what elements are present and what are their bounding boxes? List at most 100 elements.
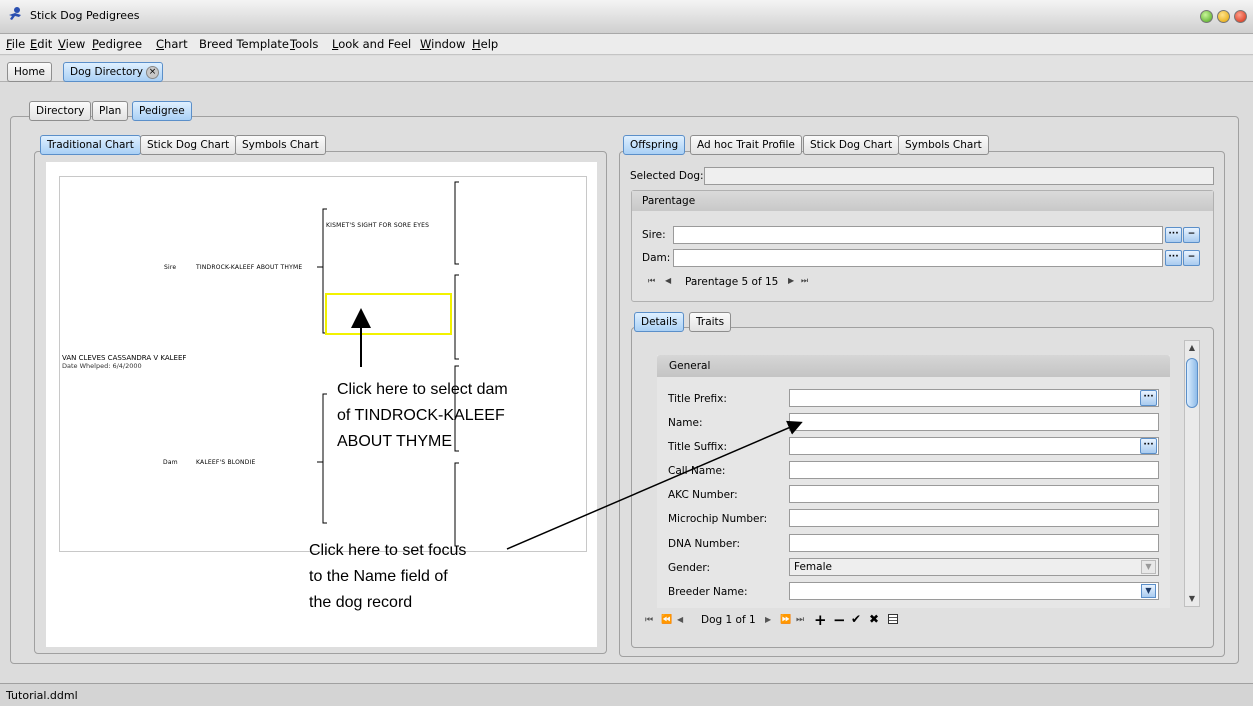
parentage-title: Parentage — [642, 195, 696, 207]
title-bar — [0, 0, 1253, 34]
gender-dropdown-icon[interactable]: ▼ — [1141, 560, 1156, 574]
pedigree-bracket-lines — [317, 181, 459, 547]
dam-name[interactable]: KALEEF'S BLONDIE — [196, 459, 256, 466]
maximize-button[interactable] — [1200, 10, 1213, 23]
tab-plan[interactable]: Plan — [92, 101, 129, 121]
dog-last-icon[interactable]: ⏭ — [796, 615, 804, 625]
dam-annotation-line-2: of TINDROCK-KALEEF — [337, 407, 505, 424]
menu-chart[interactable]: Chart — [156, 37, 188, 51]
dam-field-label: Dam: — [642, 252, 671, 264]
dam-browse-button[interactable]: ··· — [1165, 250, 1182, 266]
dog-fast-prev-icon[interactable]: ⏪ — [661, 615, 672, 625]
tab-dog-directory[interactable]: Dog Directory × — [63, 62, 163, 82]
microchip-number-field[interactable] — [789, 509, 1159, 527]
tab-stick-dog-chart[interactable]: Stick Dog Chart — [140, 135, 237, 155]
breeder-name-label: Breeder Name: — [668, 586, 748, 598]
menu-pedigree[interactable]: Pedigree — [92, 37, 142, 51]
close-button[interactable] — [1234, 10, 1247, 23]
tab-directory[interactable]: Directory — [29, 101, 92, 121]
akc-number-label: AKC Number: — [668, 489, 738, 501]
dna-number-label: DNA Number: — [668, 538, 740, 550]
document-tab-strip — [0, 56, 1253, 82]
selected-dog-field — [704, 167, 1214, 185]
scroll-up-icon[interactable]: ▲ — [1185, 341, 1199, 355]
tab-right-stick-dog-chart[interactable]: Stick Dog Chart — [803, 135, 900, 155]
grand-sire-name[interactable]: KISMET'S SIGHT FOR SORE EYES — [326, 222, 429, 229]
tab-symbols-chart[interactable]: Symbols Chart — [235, 135, 326, 155]
parentage-last-icon[interactable]: ⏭ — [801, 276, 808, 286]
menu-view[interactable]: View — [58, 37, 85, 51]
title-prefix-field[interactable] — [789, 389, 1159, 407]
parentage-next-icon[interactable]: ▶ — [788, 276, 794, 285]
sire-browse-button[interactable]: ··· — [1165, 227, 1182, 243]
tab-pedigree[interactable]: Pedigree — [132, 101, 192, 121]
sire-name[interactable]: TINDROCK-KALEEF ABOUT THYME — [196, 264, 302, 271]
parentage-nav-text: Parentage 5 of 15 — [685, 276, 779, 288]
window-title: Stick Dog Pedigrees — [30, 9, 140, 22]
parentage-prev-icon[interactable]: ◀ — [665, 276, 671, 285]
parentage-header — [632, 191, 1213, 211]
breeder-name-dropdown-icon[interactable]: ▼ — [1141, 584, 1156, 598]
parentage-first-icon[interactable]: ⏮ — [648, 276, 655, 286]
focus-annotation-line-2: to the Name field of — [309, 568, 448, 585]
menu-help[interactable]: Help — [472, 37, 498, 51]
tab-details[interactable]: Details — [634, 312, 685, 332]
menu-window[interactable]: Window — [420, 37, 465, 51]
scroll-thumb[interactable] — [1186, 358, 1198, 408]
focus-annotation-line-1: Click here to set focus — [309, 542, 467, 559]
menu-look-and-feel[interactable]: Look and Feel — [332, 37, 411, 51]
akc-number-field[interactable] — [789, 485, 1159, 503]
add-record-icon[interactable]: + — [814, 611, 827, 629]
tab-offspring[interactable]: Offspring — [623, 135, 686, 155]
delete-record-icon[interactable]: − — [833, 611, 846, 629]
breeder-name-combo[interactable] — [789, 582, 1159, 600]
gender-label: Gender: — [668, 562, 711, 574]
title-suffix-label: Title Suffix: — [668, 441, 728, 453]
date-whelped: Date Whelped: 6/4/2000 — [62, 362, 142, 370]
menu-edit[interactable]: Edit — [30, 37, 52, 51]
tab-traits[interactable]: Traits — [689, 312, 732, 332]
tab-right-symbols-chart[interactable]: Symbols Chart — [898, 135, 989, 155]
title-prefix-browse-button[interactable]: ··· — [1140, 390, 1157, 406]
call-name-label: Call Name: — [668, 465, 726, 477]
menu-tools[interactable]: Tools — [290, 37, 318, 51]
call-name-field[interactable] — [789, 461, 1159, 479]
general-title: General — [669, 360, 711, 372]
sire-label: Sire — [164, 264, 177, 271]
title-suffix-browse-button[interactable]: ··· — [1140, 438, 1157, 454]
minimize-button[interactable] — [1217, 10, 1230, 23]
dog-prev-icon[interactable]: ◀ — [677, 615, 683, 624]
menu-file[interactable]: File — [6, 37, 25, 51]
menu-breed-template[interactable]: Breed Template — [199, 37, 289, 51]
focus-annotation-line-3: the dog record — [309, 594, 413, 611]
general-header — [657, 355, 1170, 377]
gender-combo[interactable]: Female — [789, 558, 1159, 576]
dam-annotation-line-1: Click here to select dam — [337, 381, 508, 398]
table-view-icon[interactable] — [888, 614, 898, 624]
dam-label: Dam — [163, 459, 178, 466]
close-tab-icon[interactable]: × — [146, 66, 159, 79]
dog-next-icon[interactable]: ▶ — [765, 615, 771, 624]
dam-selection-box[interactable] — [325, 293, 452, 335]
microchip-number-label: Microchip Number: — [668, 513, 768, 525]
dog-fast-next-icon[interactable]: ⏩ — [780, 615, 791, 625]
sire-clear-button[interactable]: − — [1183, 227, 1200, 243]
dog-first-icon[interactable]: ⏮ — [645, 615, 653, 625]
status-bar — [0, 683, 1253, 706]
tab-home[interactable]: Home — [7, 62, 53, 82]
dna-number-field[interactable] — [789, 534, 1159, 552]
tab-adhoc-trait-profile[interactable]: Ad hoc Trait Profile — [690, 135, 802, 155]
cancel-record-icon[interactable]: ✖ — [869, 612, 879, 626]
name-field[interactable] — [789, 413, 1159, 431]
title-prefix-label: Title Prefix: — [668, 393, 727, 405]
dog-nav-text: Dog 1 of 1 — [701, 614, 756, 626]
dam-clear-button[interactable]: − — [1183, 250, 1200, 266]
title-suffix-field[interactable] — [789, 437, 1159, 455]
tab-dog-directory-label: Dog Directory — [70, 66, 143, 78]
status-file-name: Tutorial.ddml — [6, 689, 78, 702]
tab-traditional-chart[interactable]: Traditional Chart — [40, 135, 141, 155]
save-record-icon[interactable]: ✔ — [851, 612, 861, 626]
sire-field[interactable] — [673, 226, 1163, 244]
dam-field[interactable] — [673, 249, 1163, 267]
scroll-down-icon[interactable]: ▼ — [1185, 592, 1199, 606]
